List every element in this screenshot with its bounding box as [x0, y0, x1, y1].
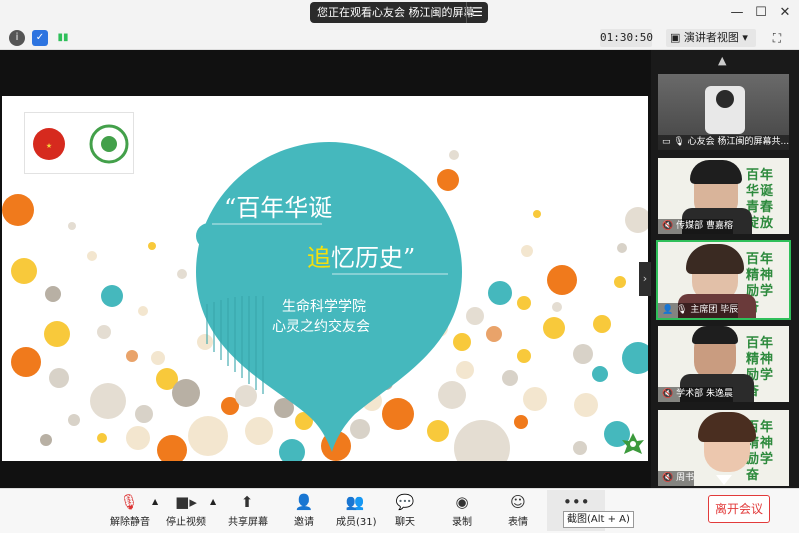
participant-name: 🔇 学术部 朱逸晨 — [658, 387, 733, 402]
mic-icon: 🎙 — [673, 137, 688, 147]
record-button[interactable]: ◉ 录制 — [450, 493, 474, 528]
meeting-timer: 01:30:50 — [600, 29, 653, 47]
share-screen-button[interactable]: ⬆ 共享屏幕 — [228, 493, 268, 528]
participant-tile[interactable]: 百年精神 励学奋 🔇 学术部 朱逸晨 — [658, 326, 789, 402]
stop-video-button[interactable]: ■▸ 停止视频 — [166, 493, 206, 528]
participant-name: 👤 🎙 主席团 毕辰 — [658, 303, 739, 318]
close-icon[interactable]: ✕ — [776, 4, 794, 22]
share-screen-icon: ⬆ — [240, 493, 254, 511]
slide-title-line2-rest: 忆历史” — [331, 244, 416, 272]
screenshot-tooltip: 截图(Alt + A) — [563, 511, 634, 528]
stop-video-label: 停止视频 — [166, 517, 206, 528]
share-status-pill[interactable]: 您正在观看心友会 杨江闽的屏幕 ☰ — [310, 2, 488, 23]
fullscreen-icon[interactable]: ⛶ — [768, 29, 786, 47]
info-icon[interactable]: i — [9, 30, 25, 46]
meeting-toolbar-top: i ✓ ▮▮ 01:30:50 ▣ 演讲者视图 ▾ ⛶ — [0, 26, 799, 50]
participant-name: 🔇 传媒部 曹嘉榕 — [658, 219, 733, 234]
invite-button[interactable]: 👤 邀请 — [292, 493, 316, 528]
list-icon[interactable]: ☰ — [466, 2, 488, 23]
slide-title-highlight: 追 — [307, 244, 331, 272]
video-options-caret[interactable]: ▲ — [210, 497, 216, 506]
mic-muted-icon: 🔇 — [662, 221, 677, 231]
more-button[interactable]: ••• — [563, 493, 590, 513]
unmute-button[interactable]: 🎙 解除静音 — [110, 493, 150, 528]
svg-text:★: ★ — [46, 142, 52, 150]
slide-title-line2: 追忆历史” — [307, 238, 415, 273]
chat-label: 聊天 — [395, 517, 415, 528]
leave-meeting-button[interactable]: 离开会议 — [708, 495, 770, 523]
title-bar: 您正在观看心友会 杨江闽的屏幕 ☰ — ☐ ✕ — [0, 0, 799, 26]
share-screen-label: 共享屏幕 — [228, 517, 268, 528]
mic-muted-icon: 🎙 — [119, 493, 139, 511]
slide-subtitle-1: 生命科学学院 — [282, 299, 366, 315]
reactions-button[interactable]: ☺ 表情 — [506, 493, 530, 528]
chevron-down-icon: ▾ — [738, 31, 748, 44]
collapse-sidebar-button[interactable]: › — [639, 262, 651, 296]
view-mode-button[interactable]: ▣ 演讲者视图 ▾ — [666, 29, 756, 47]
slide-logos: ★ — [24, 112, 134, 174]
record-label: 录制 — [452, 517, 472, 528]
participant-background-text: 百年华诞 青春绽放 — [746, 168, 775, 231]
members-label: 成员(31) — [336, 517, 377, 528]
record-icon: ◉ — [455, 493, 469, 511]
shield-icon[interactable]: ✓ — [32, 30, 48, 46]
participant-tile[interactable]: ▭ 🎙 心友会 杨江闽的屏幕共... — [658, 74, 789, 150]
unmute-label: 解除静音 — [110, 517, 150, 528]
add-user-icon: 👤 — [294, 493, 314, 511]
invite-label: 邀请 — [294, 517, 314, 528]
participant-name: 🔇 周书 — [658, 471, 695, 486]
share-status-text: 您正在观看心友会 杨江闽的屏幕 — [317, 6, 475, 19]
slide-title-line1: “百年华诞 — [224, 194, 333, 222]
reactions-label: 表情 — [508, 517, 528, 528]
chat-icon: 💬 — [395, 493, 415, 511]
video-camera-icon: ■▸ — [175, 493, 197, 511]
smile-icon: ☺ — [510, 493, 526, 511]
view-mode-label: 演讲者视图 — [683, 31, 739, 44]
mic-muted-icon: 🔇 — [662, 473, 677, 483]
user-icon: 👤 — [662, 305, 677, 315]
screen-share-icon: ▭ — [662, 137, 674, 147]
minimize-icon[interactable]: — — [728, 4, 746, 22]
shared-screen-area: ★ “百年华诞 追忆历史” 生命科学学院 心灵之约交友会 ☺ ▤ ‹ › — [0, 50, 651, 488]
members-icon: 👥 — [345, 493, 365, 511]
participant-tile-speaking[interactable]: 百年精神 励学奋 👤 🎙 主席团 毕辰 — [656, 240, 791, 320]
audio-options-caret[interactable]: ▲ — [152, 497, 158, 506]
scroll-down-icon[interactable] — [716, 475, 732, 485]
more-dots-icon: ••• — [563, 493, 590, 511]
participant-name: ▭ 🎙 心友会 杨江闽的屏幕共... — [658, 135, 789, 150]
participant-tile[interactable]: 百年华诞 青春绽放 🔇 传媒部 曹嘉榕 — [658, 158, 789, 234]
view-grid-icon: ▣ — [670, 31, 684, 44]
mic-icon: 🎙 — [676, 305, 691, 315]
shared-slide: ★ “百年华诞 追忆历史” 生命科学学院 心灵之约交友会 ☺ ▤ ‹ — [2, 96, 648, 461]
maximize-icon[interactable]: ☐ — [752, 4, 770, 22]
participant-panel: ▲ ▭ 🎙 心友会 杨江闽的屏幕共... 百年华诞 青春绽放 🔇 传媒部 曹嘉榕… — [651, 50, 799, 488]
mic-muted-icon: 🔇 — [662, 389, 677, 399]
members-button[interactable]: 👥 成员(31) — [336, 493, 377, 528]
scroll-up-icon[interactable]: ▲ — [718, 54, 726, 67]
chat-button[interactable]: 💬 聊天 — [393, 493, 417, 528]
signal-icon[interactable]: ▮▮ — [55, 30, 71, 46]
slide-subtitle-2: 心灵之约交友会 — [272, 319, 370, 335]
